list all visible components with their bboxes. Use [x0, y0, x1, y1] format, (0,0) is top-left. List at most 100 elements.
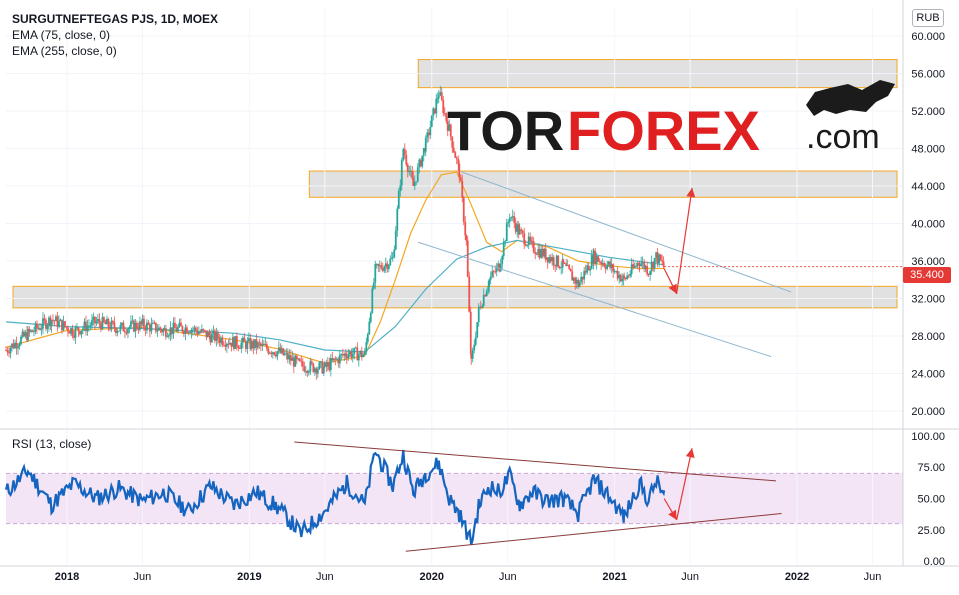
chart-area[interactable]: 20.000 24.000 28.000 32.000 36.000 40.000 44.0… [0, 0, 959, 590]
candle-body [64, 321, 66, 327]
candle-body [40, 328, 43, 330]
candle-body [568, 265, 571, 269]
candle-body [58, 321, 60, 327]
candle-body [534, 251, 537, 254]
candle-body [107, 318, 110, 327]
candle-body [365, 342, 368, 352]
candle-body [363, 351, 366, 355]
candle-body [653, 258, 656, 269]
candle-body [462, 197, 465, 222]
logo-text-forex: FOREX [567, 99, 760, 162]
candle-body [397, 190, 400, 209]
candle-body [521, 230, 524, 234]
candle-body [156, 330, 159, 332]
candle-body [116, 331, 119, 334]
candle-body [473, 344, 476, 351]
candle-body [318, 362, 321, 370]
ema-slow-legend: EMA (255, close, 0) [12, 44, 117, 58]
rsi-tick-label: 0.00 [924, 556, 945, 568]
symbol-title: SURGUTNEFTEGAS PJS, 1D, MOEX [12, 12, 219, 26]
chart-legend: SURGUTNEFTEGAS PJS, 1D, MOEX EMA (75, cl… [12, 11, 218, 59]
resistance-zone-3 [12, 285, 898, 309]
candle-body [210, 333, 213, 343]
candle-body [552, 257, 555, 266]
candle-body [199, 332, 202, 333]
candle-body [523, 233, 526, 245]
candle-body [399, 185, 402, 191]
candle-body [440, 92, 443, 100]
candle-body [474, 337, 477, 345]
candle-body [181, 326, 184, 332]
candle-body [389, 258, 392, 265]
candle-body [499, 264, 502, 272]
price-tick-label: 60.000 [911, 31, 945, 43]
candle-body [504, 241, 507, 242]
candle-body [9, 347, 12, 354]
rsi-tick-label: 75.00 [917, 462, 945, 474]
candle-body [391, 257, 394, 259]
candle-body [437, 95, 440, 99]
candle-body [458, 163, 461, 178]
torforex-logo: TOR FOREX .com [447, 80, 895, 162]
price-tick-label: 52.000 [911, 106, 945, 118]
candle-body [147, 322, 150, 325]
candle-body [74, 327, 77, 338]
logo-text-com: .com [806, 118, 880, 156]
ema-fast-legend: EMA (75, close, 0) [12, 28, 111, 42]
candle-body [505, 223, 508, 242]
candle-body [442, 99, 445, 114]
candle-body [338, 354, 341, 364]
candle-body [526, 245, 529, 246]
candle-body [646, 265, 649, 275]
candle-body [168, 335, 170, 337]
candle-body [562, 258, 565, 264]
candle-body [400, 160, 403, 186]
candle-body [578, 281, 581, 287]
candle-body [77, 327, 80, 332]
candle-body [383, 266, 386, 271]
currency-button[interactable]: RUB [912, 9, 944, 27]
candle-body [589, 268, 592, 271]
candle-body [476, 322, 479, 338]
candle-body [394, 230, 397, 250]
time-tick-label: 2018 [55, 571, 79, 583]
candle-body [276, 351, 279, 357]
candle-body [243, 337, 246, 342]
candle-body [155, 322, 157, 332]
candle-body [113, 322, 116, 329]
candle-body [508, 218, 511, 222]
candle-body [429, 126, 432, 136]
candle-body [265, 344, 268, 349]
candle-body [405, 155, 408, 165]
candle-body [659, 254, 662, 261]
candle-body [216, 332, 219, 340]
candle-body [520, 229, 523, 231]
candle-body [532, 241, 535, 252]
candle-body [430, 115, 433, 127]
candle-body [191, 329, 194, 331]
candle-body [298, 358, 301, 362]
candle-body [465, 235, 468, 241]
price-tick-label: 48.000 [911, 144, 945, 156]
candle-body [387, 264, 390, 270]
candle-body [468, 276, 471, 312]
candle-body [67, 327, 69, 332]
chart-svg[interactable]: 20.00024.00028.00032.00036.00040.00044.0… [0, 0, 959, 590]
candle-body [273, 352, 276, 355]
price-tick-label: 56.000 [911, 69, 945, 81]
candle-body [122, 322, 125, 332]
candle-body [623, 275, 626, 278]
candle-body [629, 273, 632, 276]
candle-body [357, 354, 360, 361]
candle-body [464, 221, 467, 236]
candle-body [65, 326, 68, 328]
candle-body [235, 336, 238, 347]
candle-body [89, 325, 92, 327]
candle-body [180, 322, 182, 327]
rsi-tick-label: 100.00 [911, 431, 945, 443]
candle-body [143, 318, 145, 328]
candle-body [43, 318, 46, 321]
candle-body [36, 323, 38, 329]
candle-body [502, 241, 505, 257]
candle-body [471, 350, 474, 359]
